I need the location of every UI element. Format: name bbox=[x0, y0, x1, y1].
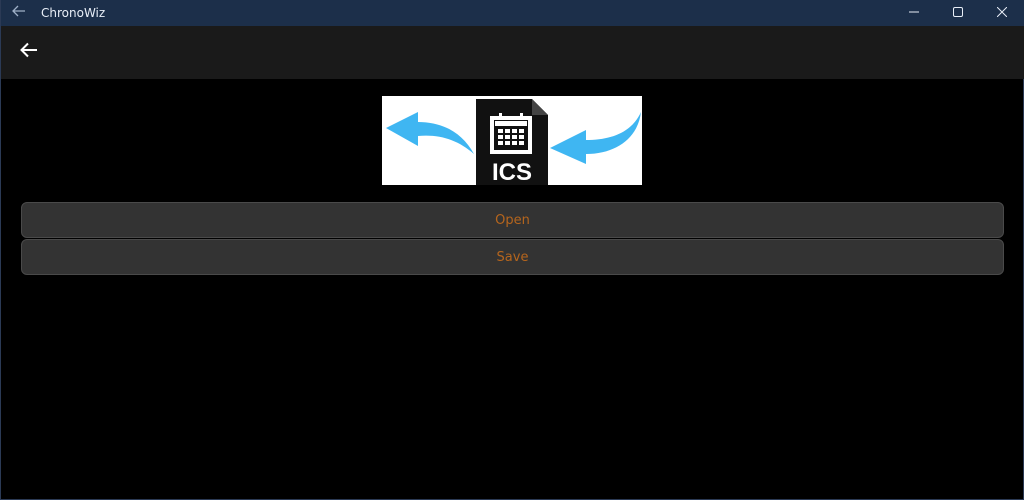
right-arrow-icon bbox=[550, 112, 641, 164]
arrow-left-icon bbox=[12, 4, 26, 22]
maximize-button[interactable] bbox=[935, 0, 981, 26]
back-button[interactable] bbox=[15, 38, 43, 66]
minimize-icon bbox=[909, 4, 919, 22]
close-icon bbox=[996, 4, 1008, 22]
close-button[interactable] bbox=[979, 0, 1024, 26]
window-title: ChronoWiz bbox=[41, 6, 106, 20]
open-button[interactable]: Open bbox=[21, 202, 1004, 238]
app-header bbox=[1, 26, 1024, 79]
ics-label: ICS bbox=[492, 159, 532, 185]
ics-file-icon: ICS bbox=[476, 99, 548, 186]
title-bar: ChronoWiz bbox=[1, 0, 1024, 26]
maximize-icon bbox=[953, 4, 963, 22]
arrow-left-icon bbox=[20, 42, 38, 63]
save-button[interactable]: Save bbox=[21, 239, 1004, 275]
left-arrow-icon bbox=[386, 112, 474, 154]
titlebar-back-button[interactable] bbox=[9, 3, 29, 23]
ics-import-export-image: ICS bbox=[382, 96, 642, 186]
minimize-button[interactable] bbox=[891, 0, 937, 26]
app-window: ChronoWiz ICS Open Save bbox=[0, 0, 1024, 500]
